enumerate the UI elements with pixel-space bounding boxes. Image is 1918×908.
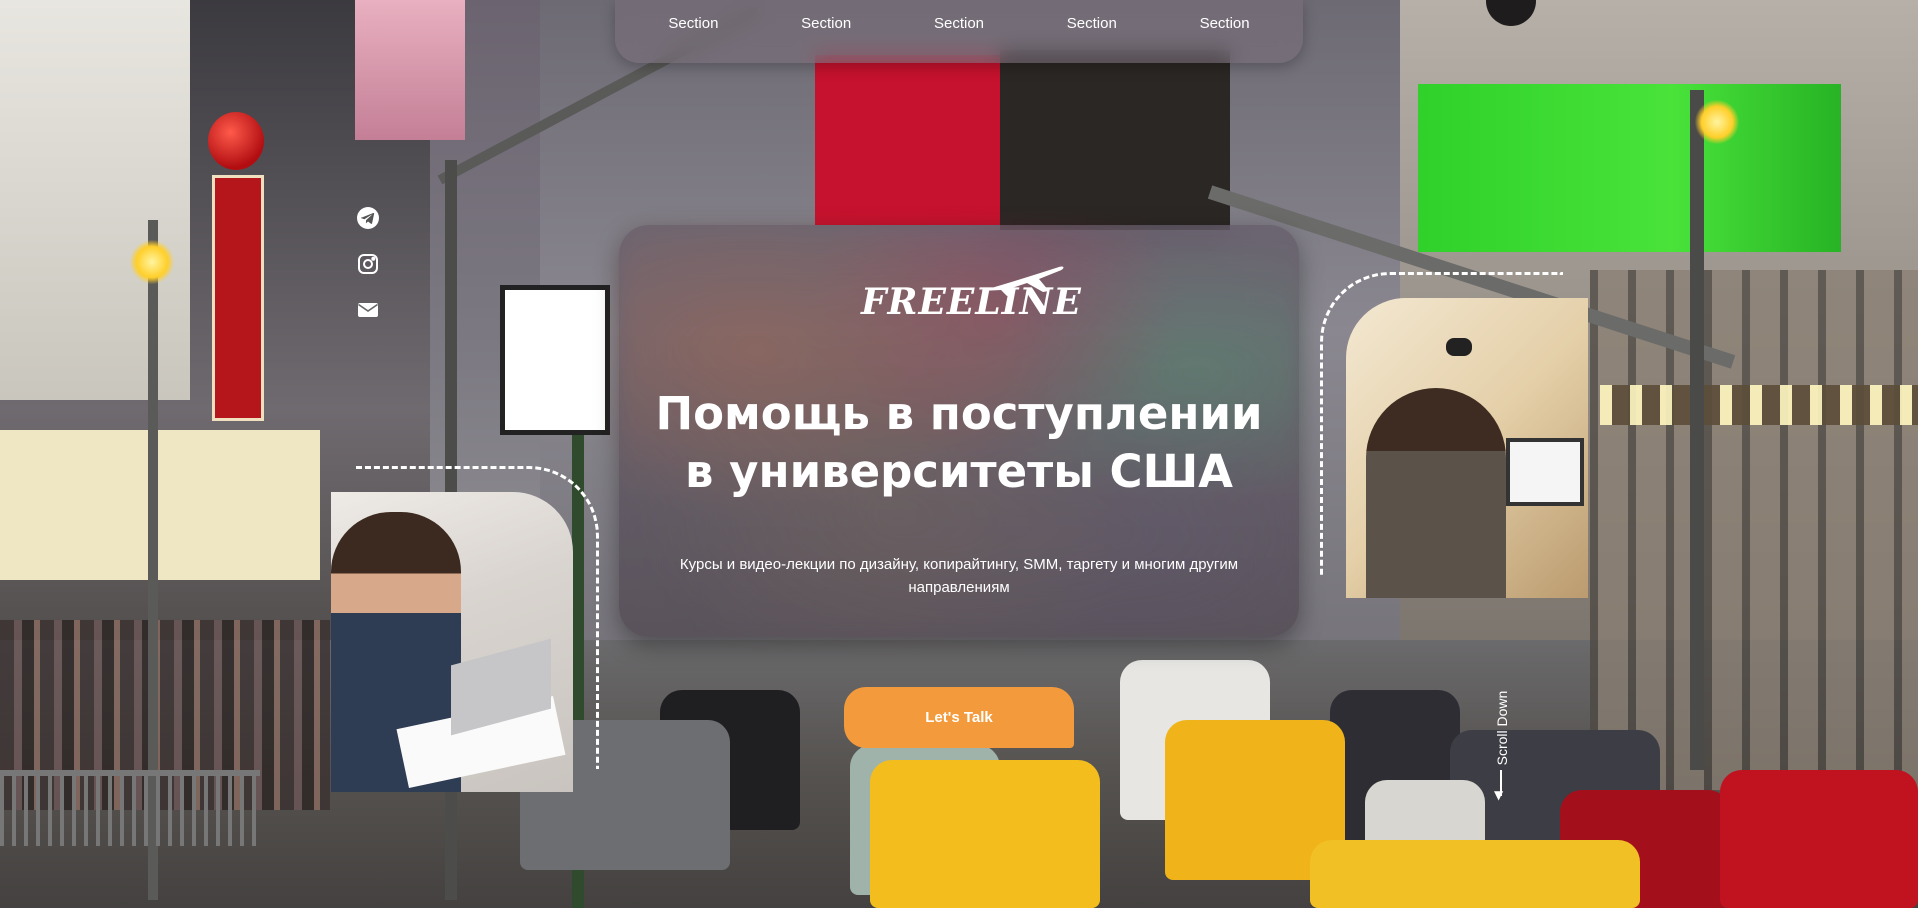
nav-section-4[interactable]: Section [1059,11,1125,36]
nav-section-1[interactable]: Section [660,11,726,36]
lets-talk-button[interactable]: Let's Talk [844,687,1074,748]
freeline-logo[interactable]: FREELINE [861,261,1081,331]
student-photo-left [331,492,573,792]
scroll-down-label: Scroll Down [1494,690,1510,766]
airplane-icon [981,266,1064,296]
nav-section-5[interactable]: Section [1192,11,1258,36]
instagram-icon[interactable] [356,252,380,276]
top-navigation: Section Section Section Section Section [615,0,1303,63]
scroll-down-indicator[interactable]: Scroll Down ▼ [1488,690,1514,802]
nav-section-3[interactable]: Section [926,11,992,36]
hero-card: FREELINE Помощь в поступлении в универси… [619,225,1299,637]
mail-icon[interactable] [356,298,380,322]
hero-title-line-1: Помощь в поступлении [655,387,1263,440]
hero-subtitle: Курсы и видео-лекции по дизайну, копирай… [679,556,1239,596]
student-photo-right [1346,298,1588,598]
hero-title-line-2: в университеты США [685,445,1233,498]
nav-section-2[interactable]: Section [793,11,859,36]
arrow-down-icon: ▼ [1494,788,1504,802]
social-links [356,206,384,322]
telegram-icon[interactable] [356,206,380,230]
hero-title: Помощь в поступлении в университеты США [619,385,1299,501]
